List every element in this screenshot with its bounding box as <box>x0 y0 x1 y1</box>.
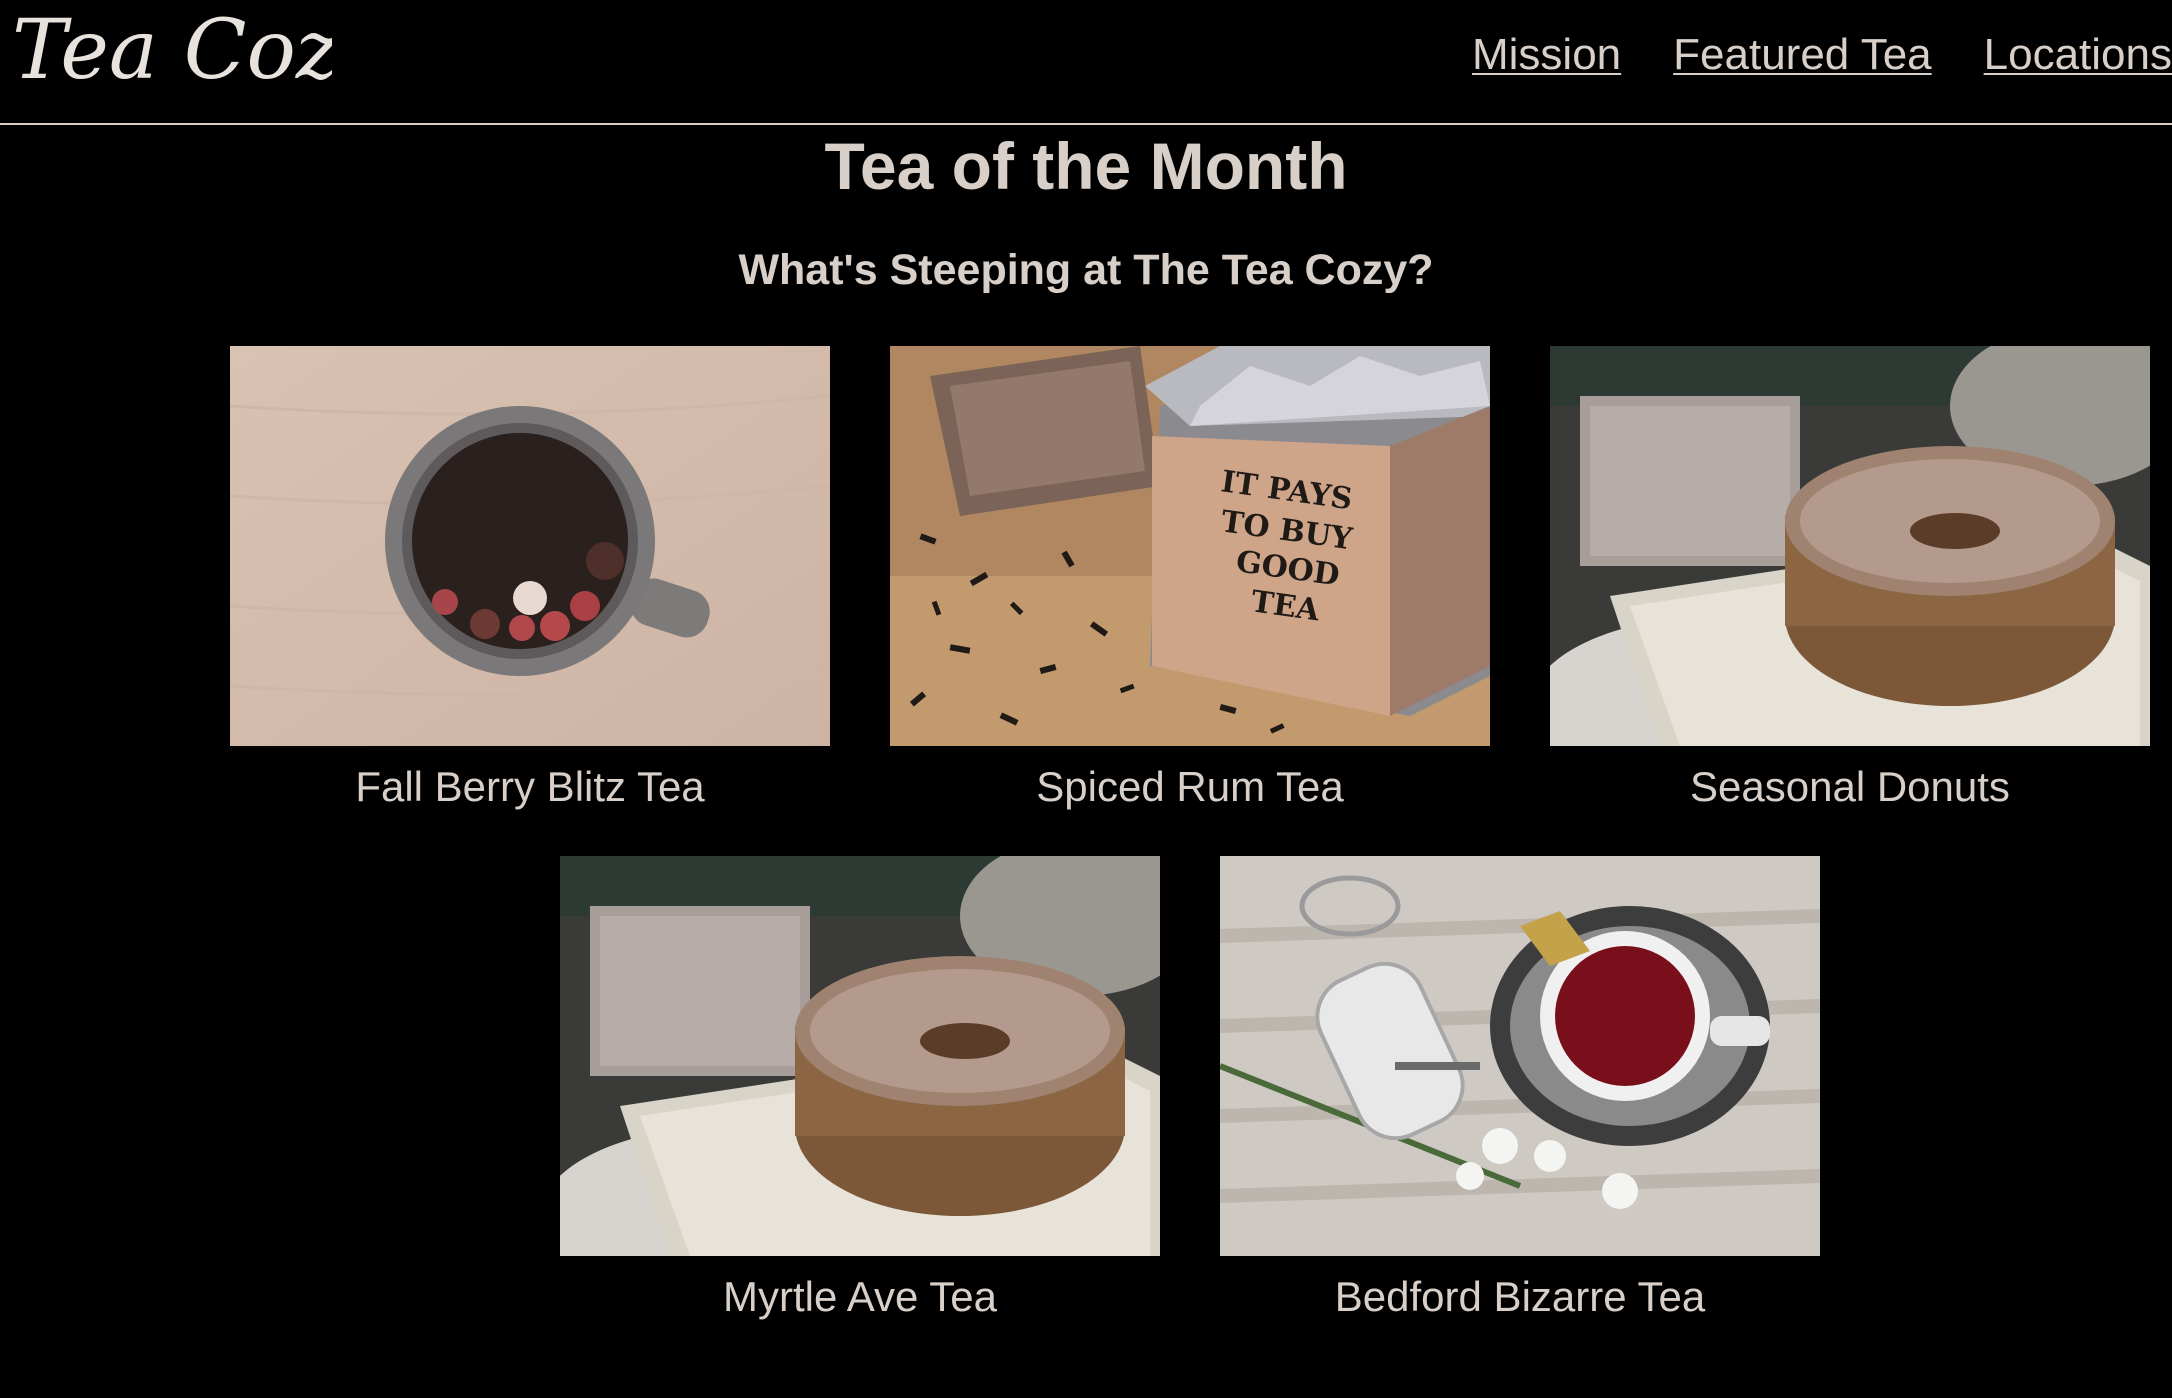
tea-card-fall-berry-blitz: Fall Berry Blitz Tea <box>230 346 830 814</box>
tea-caption: Fall Berry Blitz Tea <box>355 763 705 810</box>
mug-of-berry-tea-image <box>230 346 830 746</box>
page-subtitle: What's Steeping at The Tea Cozy? <box>738 246 1434 294</box>
sugared-donut-image <box>1550 346 2150 746</box>
site-header: Tea Cozy Mission Featured Tea Locations <box>0 0 2172 125</box>
svg-text:Tea Cozy: Tea Cozy <box>12 3 332 98</box>
tea-caption: Seasonal Donuts <box>1690 763 2010 810</box>
nav-link-mission[interactable]: Mission <box>1472 28 1621 82</box>
tea-caption: Myrtle Ave Tea <box>723 1273 997 1320</box>
tea-card-spiced-rum: IT PAYS TO BUY GOOD TEA Spiced Rum Tea <box>890 346 1490 814</box>
tea-cozy-logo[interactable]: Tea Cozy <box>12 0 332 110</box>
nav-link-locations[interactable]: Locations <box>1984 28 2172 82</box>
nav-link-featured-tea[interactable]: Featured Tea <box>1673 28 1931 82</box>
red-tea-cup-image <box>1220 856 1820 1256</box>
tea-caption: Bedford Bizarre Tea <box>1334 1273 1706 1320</box>
tea-card-seasonal-donuts: Seasonal Donuts <box>1550 346 2150 814</box>
main-nav: Mission Featured Tea Locations <box>1472 28 2172 82</box>
tea-caption: Spiced Rum Tea <box>1036 763 1344 810</box>
tea-box-image: IT PAYS TO BUY GOOD TEA <box>890 346 1490 746</box>
page-title: Tea of the Month <box>824 129 1348 203</box>
sugared-donut-image <box>560 856 1160 1256</box>
tea-card-myrtle-ave: Myrtle Ave Tea <box>560 856 1160 1324</box>
tea-card-bedford-bizarre: Bedford Bizarre Tea <box>1220 856 1820 1324</box>
